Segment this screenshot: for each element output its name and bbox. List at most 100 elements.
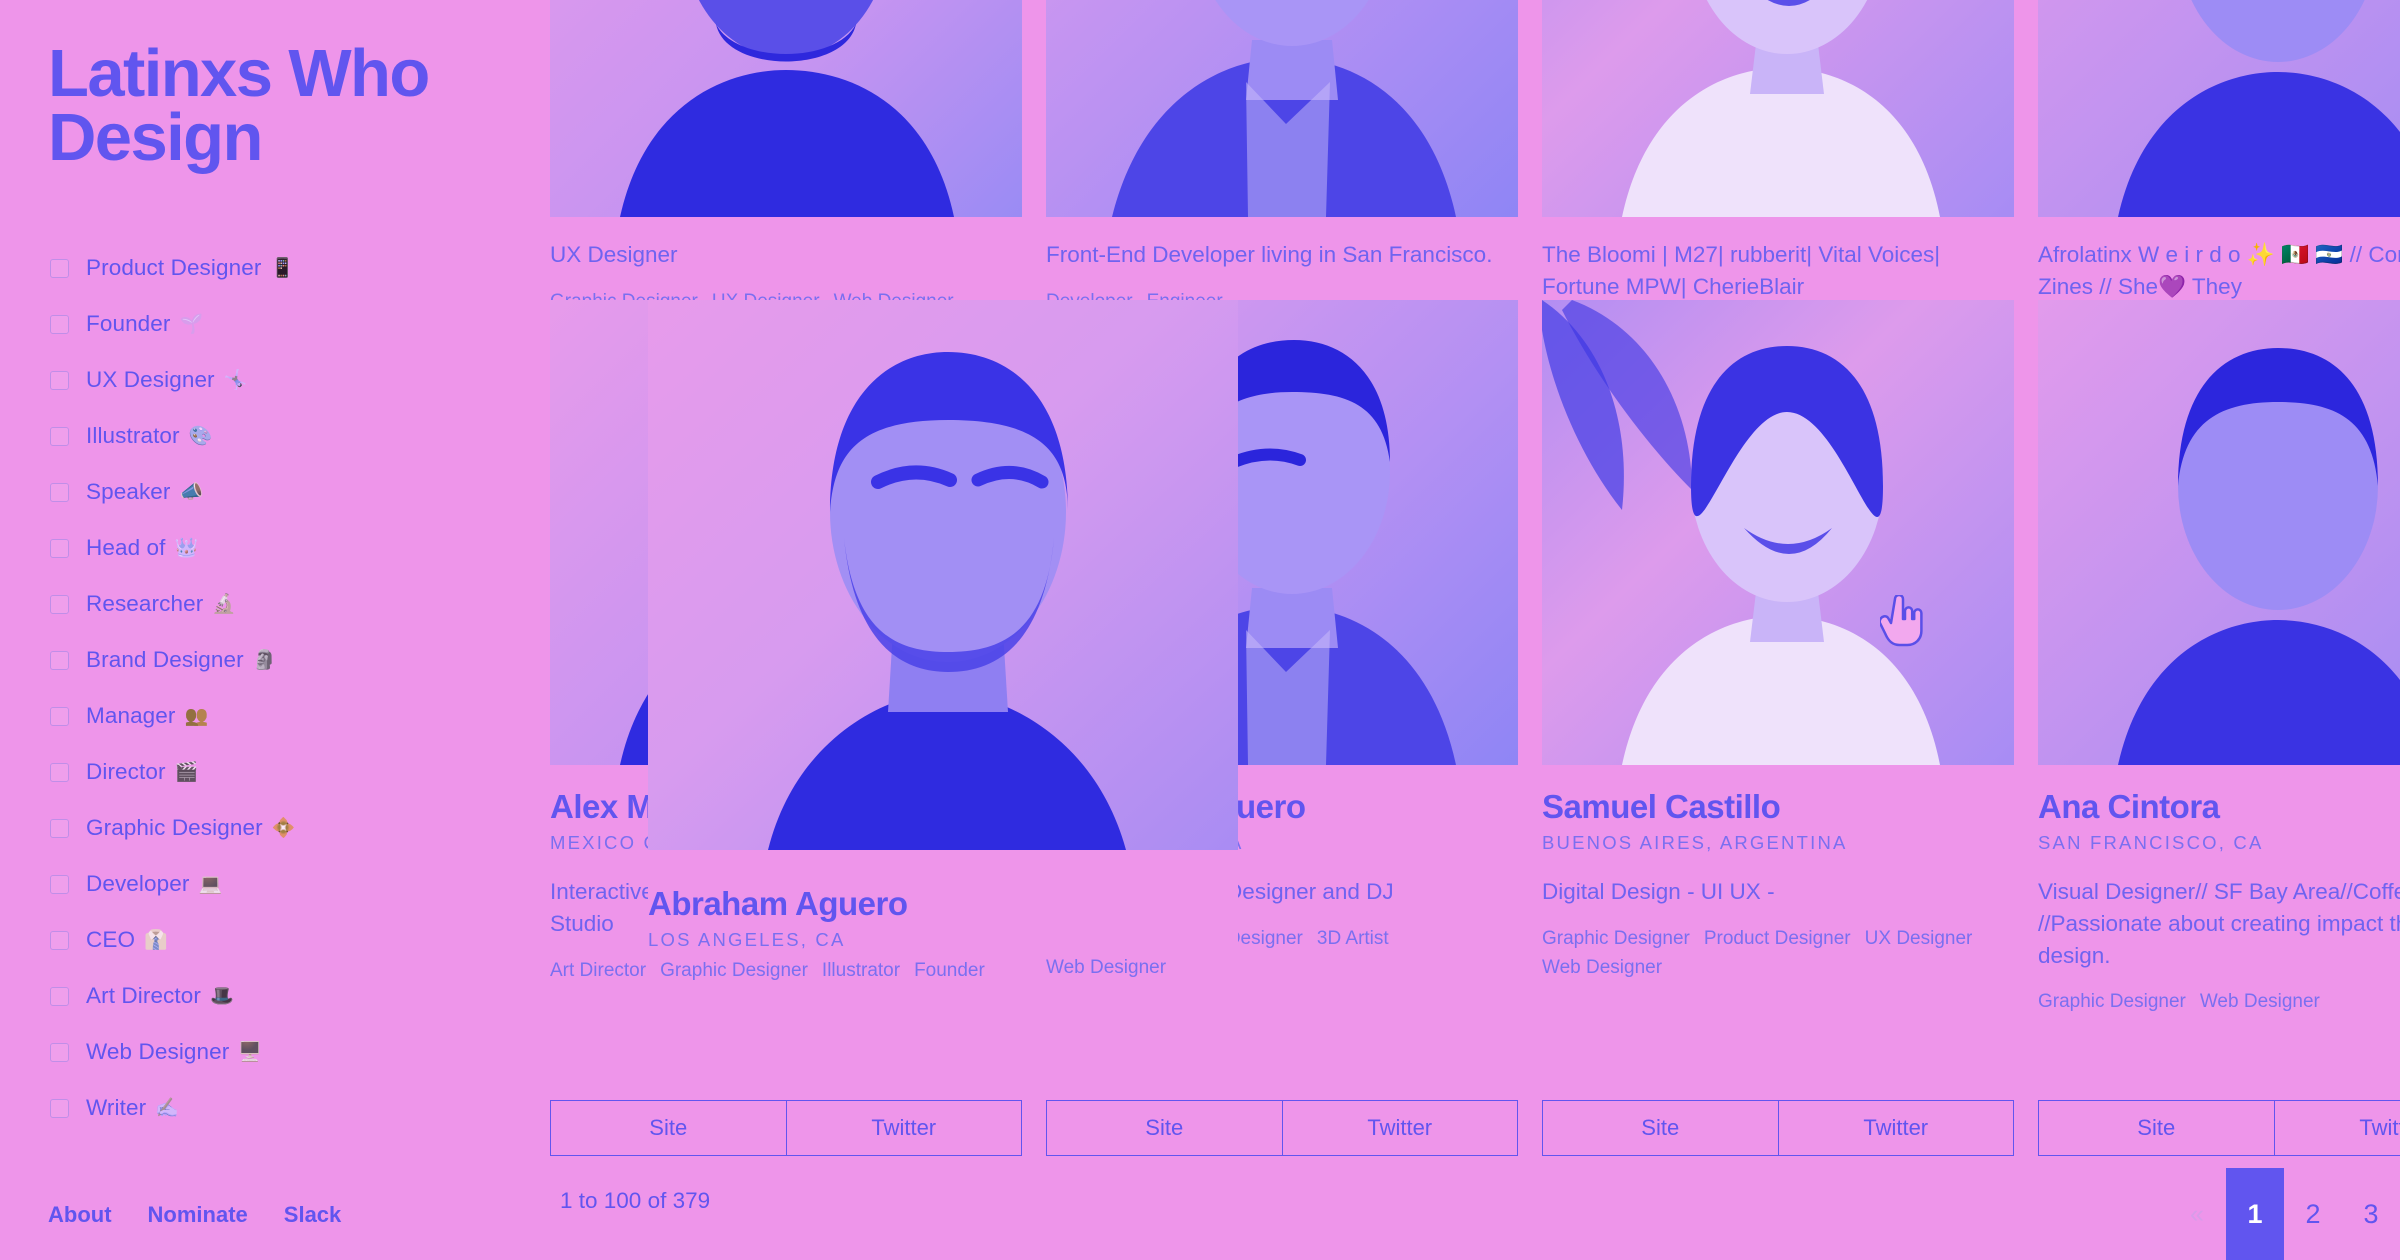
- portrait-silhouette-icon: [550, 0, 1022, 217]
- facet-emoji-icon: 💠: [271, 818, 296, 839]
- facet-emoji-icon: 👑: [174, 538, 199, 559]
- facet-item[interactable]: Speaker 📣: [50, 464, 490, 520]
- facet-label: Web Designer: [86, 1039, 230, 1064]
- facet-emoji-icon: 📣: [179, 482, 204, 503]
- facet-checkbox[interactable]: [50, 874, 69, 894]
- profile-tag-list: Graphic Designer Product Designer UX Desig…: [1542, 928, 2014, 979]
- facet-label: Manager: [86, 703, 176, 728]
- portrait-silhouette-icon: [1046, 0, 1518, 217]
- facet-item[interactable]: Founder 🌱: [50, 296, 490, 352]
- pagination-page-button[interactable]: 1: [2226, 1168, 2284, 1260]
- facet-checkbox[interactable]: [50, 314, 69, 334]
- app-root: Latinxs Who Design Product Designer 📱 Foun…: [0, 0, 2400, 1260]
- facet-label: Brand Designer: [86, 647, 244, 672]
- portrait-silhouette-icon: [648, 300, 1238, 850]
- facet-label: Head of: [86, 535, 166, 560]
- profile-location: Los Angeles, CA: [648, 928, 846, 950]
- sidebar: Latinxs Who Design Product Designer 📱 Foun…: [0, 0, 550, 1260]
- result-range-text: 1 to 100 of 379: [560, 1188, 711, 1213]
- facet-emoji-icon: 🎩: [209, 986, 234, 1007]
- profile-name: Abraham Aguero: [648, 885, 908, 922]
- facet-label: Founder: [86, 311, 171, 336]
- portrait-silhouette-icon: [2038, 300, 2400, 765]
- profile-photo[interactable]: [2038, 0, 2400, 217]
- facet-item[interactable]: Web Designer 🖥️: [50, 1024, 490, 1080]
- facet-item[interactable]: Head of 👑: [50, 520, 490, 576]
- facet-label: Speaker: [86, 479, 171, 504]
- facet-emoji-icon: 🤸: [223, 370, 248, 391]
- profile-tag-list: Art Director Graphic Designer Illustrator F…: [550, 960, 1022, 982]
- profile-bio: Front-End Developer living in San Franci…: [1046, 242, 1493, 267]
- facet-label: UX Designer: [86, 367, 215, 392]
- profile-bio: Afrolatinx W e i r d o ✨ 🇲🇽 🇸🇻 // Comics…: [2038, 242, 2400, 299]
- footer-link[interactable]: Slack: [284, 1202, 342, 1228]
- facet-checkbox[interactable]: [50, 1042, 69, 1062]
- facet-checkbox[interactable]: [50, 258, 69, 278]
- facet-emoji-icon: 👔: [144, 930, 168, 951]
- profile-tag[interactable]: Web Designer: [1046, 957, 1166, 979]
- profile-tag[interactable]: Graphic Designer: [1542, 928, 1690, 950]
- profile-tag[interactable]: Graphic Designer: [2038, 991, 2186, 1013]
- facet-checkbox[interactable]: [50, 1098, 69, 1118]
- profile-tag[interactable]: Illustrator: [822, 960, 900, 982]
- facet-checkbox[interactable]: [50, 986, 69, 1006]
- footer-link[interactable]: About: [48, 1202, 112, 1228]
- profile-photo[interactable]: [1542, 0, 2014, 217]
- profile-photo[interactable]: [550, 0, 1022, 217]
- facet-item[interactable]: Manager 👥: [50, 688, 490, 744]
- facet-item[interactable]: Graphic Designer 💠: [50, 800, 490, 856]
- pagination-page-button[interactable]: 2: [2284, 1168, 2342, 1260]
- facet-label: Writer: [86, 1095, 147, 1120]
- profile-photo[interactable]: [648, 300, 1238, 850]
- facet-checkbox[interactable]: [50, 762, 69, 782]
- facet-checkbox[interactable]: [50, 818, 69, 838]
- facet-checkbox[interactable]: [50, 930, 69, 950]
- profile-tag[interactable]: 3D Artist: [1317, 928, 1389, 950]
- facet-item[interactable]: Product Designer 📱: [50, 240, 490, 296]
- facet-item[interactable]: Developer 💻: [50, 856, 490, 912]
- facet-label: Director: [86, 759, 166, 784]
- facet-filter-list: Product Designer 📱 Founder 🌱 UX Designer 🤸 Ill…: [50, 240, 490, 1136]
- facet-item[interactable]: Art Director 🎩: [50, 968, 490, 1024]
- pagination-prev-button[interactable]: «: [2168, 1168, 2226, 1260]
- profile-card[interactable]: Samuel Castillo Buenos Aires, Argentina Di…: [1542, 300, 2014, 1156]
- facet-item[interactable]: CEO 👔: [50, 912, 490, 968]
- profile-tag[interactable]: Art Director: [550, 960, 646, 982]
- facet-item[interactable]: Illustrator 🎨: [50, 408, 490, 464]
- facet-item[interactable]: UX Designer 🤸: [50, 352, 490, 408]
- facet-checkbox[interactable]: [50, 370, 69, 390]
- profile-bio: Digital Design - UI UX -: [1542, 878, 1775, 904]
- profile-tag[interactable]: Web Designer: [2200, 991, 2320, 1013]
- pagination-page-button[interactable]: 3: [2342, 1168, 2400, 1260]
- profile-tag[interactable]: Web Designer: [1542, 957, 1662, 979]
- facet-item[interactable]: Writer ✍️: [50, 1080, 490, 1136]
- facet-checkbox[interactable]: [50, 482, 69, 502]
- facet-emoji-icon: 📱: [270, 258, 295, 279]
- profile-tag[interactable]: Product Designer: [1704, 928, 1851, 950]
- facet-label: Product Designer: [86, 255, 262, 280]
- facet-emoji-icon: ✍️: [155, 1098, 179, 1119]
- facet-checkbox[interactable]: [50, 650, 69, 670]
- footer-links: About Nominate Slack: [48, 1202, 341, 1228]
- profile-photo[interactable]: [1046, 0, 1518, 217]
- profile-photo[interactable]: [2038, 300, 2400, 765]
- profile-tag[interactable]: UX Designer: [1865, 928, 1973, 950]
- profile-tag[interactable]: Graphic Designer: [660, 960, 808, 982]
- facet-emoji-icon: 🌱: [179, 314, 204, 335]
- profile-photo[interactable]: [1542, 300, 2014, 765]
- profile-tag[interactable]: Founder: [914, 960, 985, 982]
- facet-item[interactable]: Director 🎬: [50, 744, 490, 800]
- vertical-scrollbar[interactable]: [2393, 0, 2400, 1260]
- pagination: «1 2 3: [2168, 1168, 2400, 1260]
- profile-card[interactable]: Ana Cintora San Francisco, CA Visual Desig…: [2038, 300, 2400, 1156]
- facet-checkbox[interactable]: [50, 538, 69, 558]
- portrait-silhouette-icon: [1542, 0, 2014, 217]
- card-grid: UX Designer Graphic Designer UX Designer We…: [550, 0, 2400, 1260]
- footer-link[interactable]: Nominate: [148, 1202, 248, 1228]
- facet-checkbox[interactable]: [50, 426, 69, 446]
- facet-checkbox[interactable]: [50, 706, 69, 726]
- hovered-profile-card[interactable]: Abraham Aguero Los Angeles, CA: [648, 300, 1238, 951]
- facet-item[interactable]: Researcher 🔬: [50, 576, 490, 632]
- facet-item[interactable]: Brand Designer 🗿: [50, 632, 490, 688]
- facet-checkbox[interactable]: [50, 594, 69, 614]
